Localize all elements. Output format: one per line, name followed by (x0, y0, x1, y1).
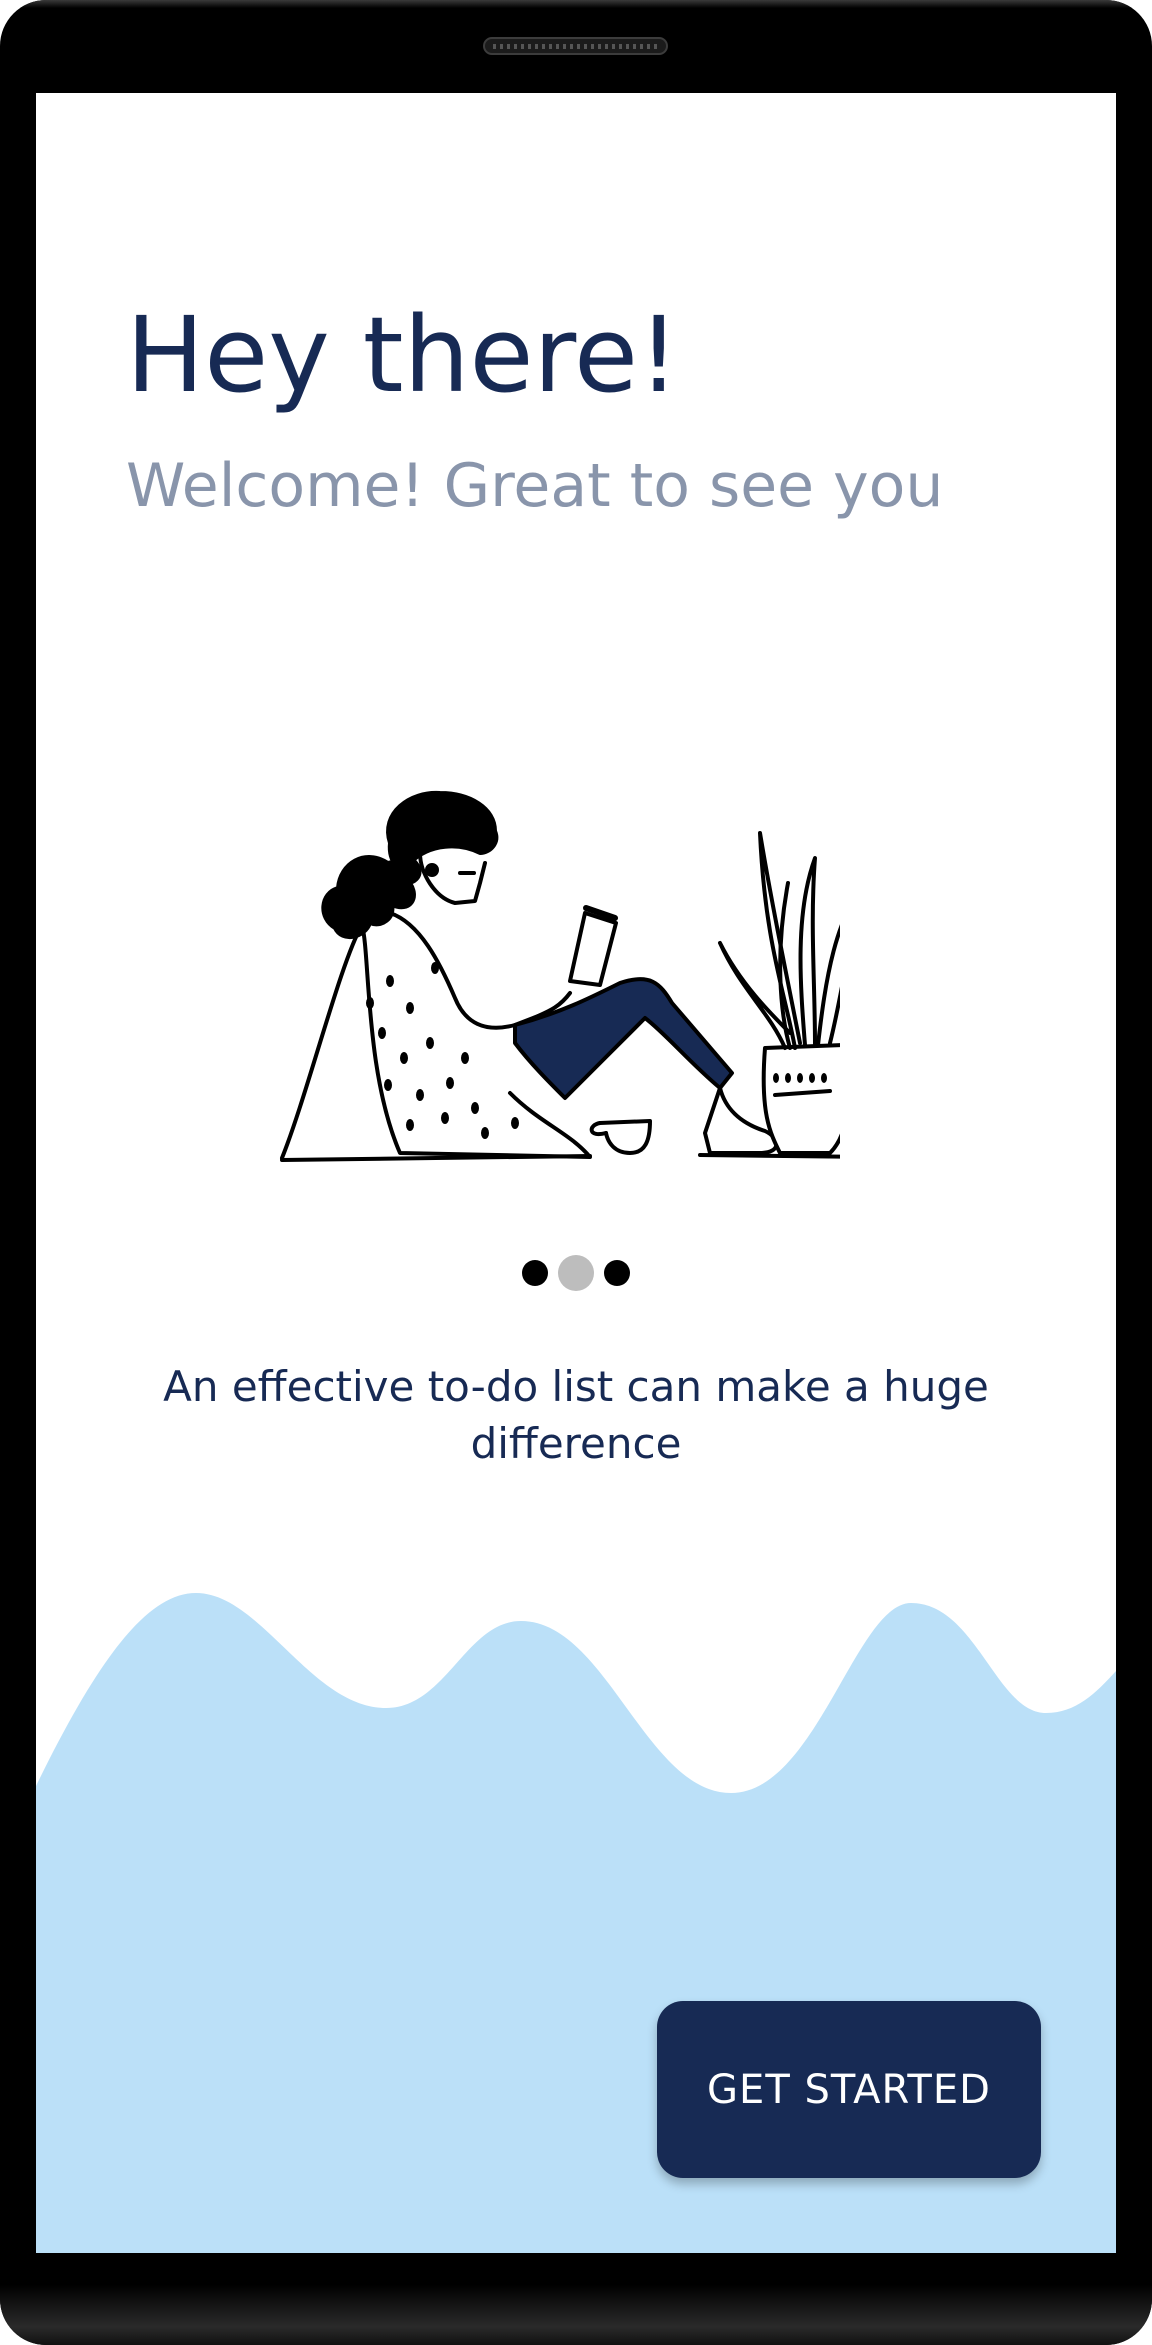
phone-frame: Hey there! Welcome! Great to see you An … (0, 0, 1152, 2345)
page-dot[interactable] (604, 1260, 630, 1286)
page-indicator (36, 1255, 1116, 1291)
page-title: Hey there! (126, 294, 680, 416)
speaker-grille (483, 37, 668, 55)
woman-reading-with-plant-icon (280, 790, 840, 1162)
welcome-subtitle: Welcome! Great to see you (126, 451, 944, 521)
get-started-button[interactable]: GET STARTED (657, 2001, 1041, 2178)
onboarding-screen: Hey there! Welcome! Great to see you An … (36, 93, 1116, 2253)
page-dot-active[interactable] (558, 1255, 594, 1291)
page-dot[interactable] (522, 1260, 548, 1286)
onboarding-tagline: An effective to-do list can make a huge … (163, 1362, 989, 1468)
